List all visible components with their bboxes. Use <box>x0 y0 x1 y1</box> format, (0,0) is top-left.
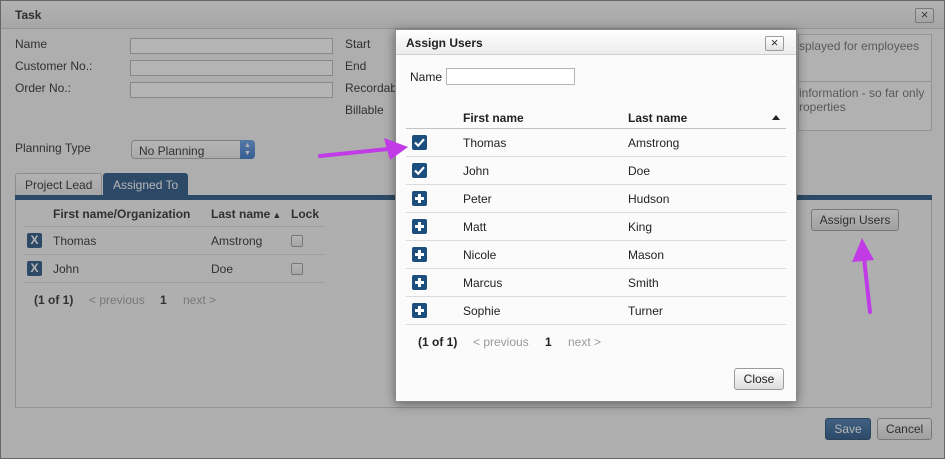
assigned-row-last: Amstrong <box>211 234 263 248</box>
dialog-row-first: John <box>463 164 490 178</box>
dialog-pager-previous[interactable]: < previous <box>473 335 529 349</box>
assign-users-button[interactable]: Assign Users <box>811 209 899 231</box>
planning-type-label: Planning Type <box>15 141 91 155</box>
dialog-pager-page[interactable]: 1 <box>545 335 552 349</box>
dialog-col-header-last[interactable]: Last name <box>628 111 687 125</box>
task-titlebar: Task × <box>1 1 944 29</box>
dialog-grid-header: First name Last name <box>406 106 786 129</box>
dialog-row-first: Matt <box>463 220 487 234</box>
tab-assigned-to[interactable]: Assigned To <box>103 173 189 196</box>
sort-up-icon[interactable] <box>772 115 780 120</box>
pager-previous[interactable]: < previous <box>89 293 145 307</box>
row-divider <box>23 254 325 255</box>
customer-no-label: Customer No.: <box>15 59 93 73</box>
dialog-row[interactable]: Nicole Mason <box>406 241 786 269</box>
info-box-1: splayed for employees <box>798 34 932 82</box>
sort-up-icon: ▲ <box>272 210 282 220</box>
info-text-1: splayed for employees <box>799 39 920 53</box>
dialog-row-last: Mason <box>628 248 665 262</box>
plus-icon[interactable] <box>412 219 427 234</box>
dialog-row-last: King <box>628 220 653 234</box>
billable-label: Billable <box>345 103 384 117</box>
remove-icon[interactable]: X <box>27 261 42 276</box>
planning-type-value: No Planning <box>139 144 205 158</box>
cancel-button[interactable]: Cancel <box>877 418 932 440</box>
dialog-row-first: Nicole <box>463 248 497 262</box>
dialog-row[interactable]: Marcus Smith <box>406 269 786 297</box>
dialog-row-last: Hudson <box>628 192 670 206</box>
dialog-row-last: Smith <box>628 276 659 290</box>
task-title: Task <box>15 8 42 22</box>
info-box-2: information - so far only roperties <box>798 81 932 131</box>
dialog-name-input[interactable] <box>446 68 575 85</box>
col-header-last-name-label: Last name <box>211 207 271 221</box>
info-text-2a: information - so far only <box>799 86 925 100</box>
planning-type-select[interactable]: No Planning ▲ ▼ <box>131 140 255 159</box>
end-label: End <box>345 59 367 73</box>
info-text-2b: roperties <box>799 100 846 114</box>
select-arrows-icon: ▲ ▼ <box>240 140 255 159</box>
remove-icon[interactable]: X <box>27 233 42 248</box>
dialog-close-action-button[interactable]: Close <box>734 368 784 390</box>
check-icon[interactable] <box>412 135 427 150</box>
plus-icon[interactable] <box>412 303 427 318</box>
pager-count: (1 of 1) <box>34 293 74 307</box>
task-close-button[interactable]: × <box>915 8 934 23</box>
dialog-row-last: Doe <box>628 164 651 178</box>
pager-next[interactable]: next > <box>183 293 216 307</box>
row-divider <box>23 282 325 283</box>
name-label: Name <box>15 37 48 51</box>
dialog-pager-next[interactable]: next > <box>568 335 601 349</box>
dialog-pager-count: (1 of 1) <box>418 335 458 349</box>
dialog-title: Assign Users <box>406 36 483 50</box>
assigned-row-first: John <box>53 262 80 276</box>
grid-header-divider <box>23 226 325 227</box>
dialog-row[interactable]: Sophie Turner <box>406 297 786 325</box>
assigned-row-first: Thomas <box>53 234 97 248</box>
plus-icon[interactable] <box>412 247 427 262</box>
dialog-titlebar: Assign Users × <box>396 30 796 55</box>
dialog-row-first: Sophie <box>463 304 501 318</box>
col-header-last-name[interactable]: Last name ▲ <box>211 207 281 221</box>
col-header-lock[interactable]: Lock <box>291 207 319 221</box>
col-header-first-name[interactable]: First name/Organization <box>53 207 190 221</box>
dialog-row-first: Peter <box>463 192 492 206</box>
order-no-label: Order No.: <box>15 81 72 95</box>
dialog-row[interactable]: Thomas Amstrong <box>406 129 786 157</box>
check-icon[interactable] <box>412 163 427 178</box>
recordable-label: Recordab <box>345 81 398 95</box>
lock-checkbox[interactable] <box>291 235 303 247</box>
dialog-row[interactable]: Peter Hudson <box>406 185 786 213</box>
dialog-row[interactable]: John Doe <box>406 157 786 185</box>
customer-no-input[interactable] <box>130 60 333 76</box>
dialog-row-last: Amstrong <box>628 136 680 150</box>
assigned-row-last: Doe <box>211 262 234 276</box>
order-no-input[interactable] <box>130 82 333 98</box>
dialog-close-button[interactable]: × <box>765 36 784 51</box>
name-input[interactable] <box>130 38 333 54</box>
lock-checkbox[interactable] <box>291 263 303 275</box>
dialog-row[interactable]: Matt King <box>406 213 786 241</box>
dialog-col-header-first[interactable]: First name <box>463 111 524 125</box>
dialog-row-first: Marcus <box>463 276 503 290</box>
plus-icon[interactable] <box>412 275 427 290</box>
dialog-row-last: Turner <box>628 304 663 318</box>
pager-page[interactable]: 1 <box>160 293 167 307</box>
assign-users-dialog: Assign Users × Name First name Last name… <box>395 29 797 402</box>
tab-project-lead[interactable]: Project Lead <box>15 173 103 196</box>
save-button[interactable]: Save <box>825 418 871 440</box>
start-label: Start <box>345 37 371 51</box>
close-icon: × <box>770 35 779 50</box>
plus-icon[interactable] <box>412 191 427 206</box>
dialog-name-label: Name <box>410 70 443 84</box>
dialog-row-first: Thomas <box>463 136 507 150</box>
close-icon: × <box>920 7 929 22</box>
